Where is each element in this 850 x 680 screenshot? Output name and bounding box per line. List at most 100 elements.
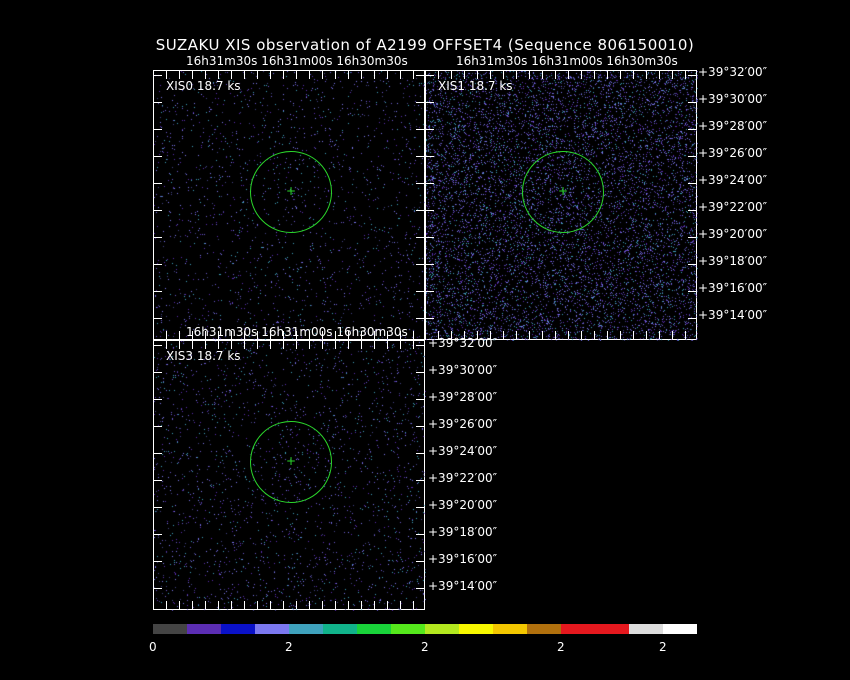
axis-tick bbox=[490, 71, 491, 79]
axis-tick bbox=[413, 601, 414, 609]
ra-label: 16h31m00s bbox=[531, 54, 603, 68]
axis-tick bbox=[322, 71, 323, 79]
axis-tick bbox=[154, 210, 162, 211]
axis-tick bbox=[633, 331, 634, 339]
axis-tick bbox=[154, 318, 162, 319]
dec-label: +39°32′00″ bbox=[428, 336, 498, 350]
axis-tick bbox=[416, 183, 424, 184]
axis-tick bbox=[426, 237, 434, 238]
dec-label: +39°20′00″ bbox=[698, 227, 768, 241]
axis-tick bbox=[218, 601, 219, 609]
ra-label: 16h31m00s bbox=[261, 54, 333, 68]
colorbar bbox=[153, 624, 697, 634]
dec-label: +39°28′00″ bbox=[698, 119, 768, 133]
axis-tick bbox=[218, 341, 219, 349]
axis-tick bbox=[179, 601, 180, 609]
axis-tick bbox=[516, 71, 517, 79]
axis-tick bbox=[426, 102, 434, 103]
axis-tick bbox=[296, 601, 297, 609]
axis-tick bbox=[154, 264, 162, 265]
axis-tick bbox=[416, 210, 424, 211]
axis-tick bbox=[685, 71, 686, 79]
axis-tick bbox=[426, 291, 434, 292]
colorbar-segment bbox=[459, 624, 493, 634]
axis-tick bbox=[633, 71, 634, 79]
axis-tick bbox=[568, 71, 569, 79]
axis-tick bbox=[154, 426, 162, 427]
colorbar-segment bbox=[425, 624, 459, 634]
dec-label: +39°20′00″ bbox=[428, 498, 498, 512]
axis-tick bbox=[348, 341, 349, 349]
axis-tick bbox=[244, 341, 245, 349]
axis-tick bbox=[607, 331, 608, 339]
axis-tick bbox=[659, 331, 660, 339]
axis-tick bbox=[257, 341, 258, 349]
axis-tick bbox=[413, 331, 414, 339]
axis-tick bbox=[270, 341, 271, 349]
axis-tick bbox=[568, 331, 569, 339]
ra-label: 16h31m30s bbox=[186, 325, 258, 339]
colorbar-segment bbox=[527, 624, 561, 634]
axis-tick bbox=[416, 534, 424, 535]
axis-tick bbox=[154, 183, 162, 184]
axis-tick bbox=[594, 71, 595, 79]
axis-tick bbox=[154, 453, 162, 454]
axis-tick bbox=[688, 210, 696, 211]
axis-tick bbox=[451, 71, 452, 79]
axis-tick bbox=[361, 601, 362, 609]
colorbar-segment bbox=[629, 624, 663, 634]
axis-tick bbox=[244, 71, 245, 79]
axis-tick bbox=[688, 183, 696, 184]
axis-tick bbox=[154, 156, 162, 157]
axis-tick bbox=[192, 601, 193, 609]
dec-label: +39°18′00″ bbox=[428, 525, 498, 539]
axis-tick bbox=[688, 264, 696, 265]
axis-tick bbox=[154, 372, 162, 373]
axis-tick bbox=[555, 331, 556, 339]
axis-tick bbox=[257, 601, 258, 609]
axis-tick bbox=[685, 331, 686, 339]
ra-axis-top-right: 16h31m30s 16h31m00s 16h30m30s bbox=[456, 54, 678, 68]
axis-tick bbox=[416, 561, 424, 562]
axis-tick bbox=[283, 601, 284, 609]
axis-tick bbox=[154, 561, 162, 562]
axis-tick bbox=[154, 399, 162, 400]
axis-tick bbox=[154, 534, 162, 535]
axis-tick bbox=[218, 71, 219, 79]
axis-tick bbox=[581, 71, 582, 79]
axis-tick bbox=[646, 71, 647, 79]
colorbar-segment bbox=[153, 624, 187, 634]
axis-tick bbox=[400, 601, 401, 609]
axis-tick bbox=[672, 331, 673, 339]
axis-tick bbox=[416, 399, 424, 400]
axis-tick bbox=[416, 291, 424, 292]
colorbar-label: 2 bbox=[421, 640, 429, 654]
axis-tick bbox=[426, 183, 434, 184]
axis-tick bbox=[607, 71, 608, 79]
xis0-label: XIS0 18.7 ks bbox=[166, 79, 241, 93]
axis-tick bbox=[400, 341, 401, 349]
axis-tick bbox=[361, 71, 362, 79]
colorbar-segment bbox=[357, 624, 391, 634]
axis-tick bbox=[283, 71, 284, 79]
dec-label: +39°16′00″ bbox=[428, 552, 498, 566]
axis-tick bbox=[322, 601, 323, 609]
axis-tick bbox=[374, 71, 375, 79]
ra-label: 16h31m00s bbox=[261, 325, 333, 339]
axis-tick bbox=[503, 71, 504, 79]
axis-tick bbox=[426, 210, 434, 211]
axis-tick bbox=[322, 341, 323, 349]
axis-tick bbox=[154, 480, 162, 481]
axis-tick bbox=[166, 331, 167, 339]
axis-tick bbox=[416, 102, 424, 103]
colorbar-segment bbox=[221, 624, 255, 634]
axis-tick bbox=[192, 71, 193, 79]
axis-tick bbox=[361, 341, 362, 349]
axis-tick bbox=[387, 601, 388, 609]
axis-tick bbox=[426, 264, 434, 265]
axis-tick bbox=[257, 71, 258, 79]
colorbar-label: 2 bbox=[285, 640, 293, 654]
axis-tick bbox=[179, 71, 180, 79]
axis-tick bbox=[416, 318, 424, 319]
axis-tick bbox=[154, 588, 162, 589]
